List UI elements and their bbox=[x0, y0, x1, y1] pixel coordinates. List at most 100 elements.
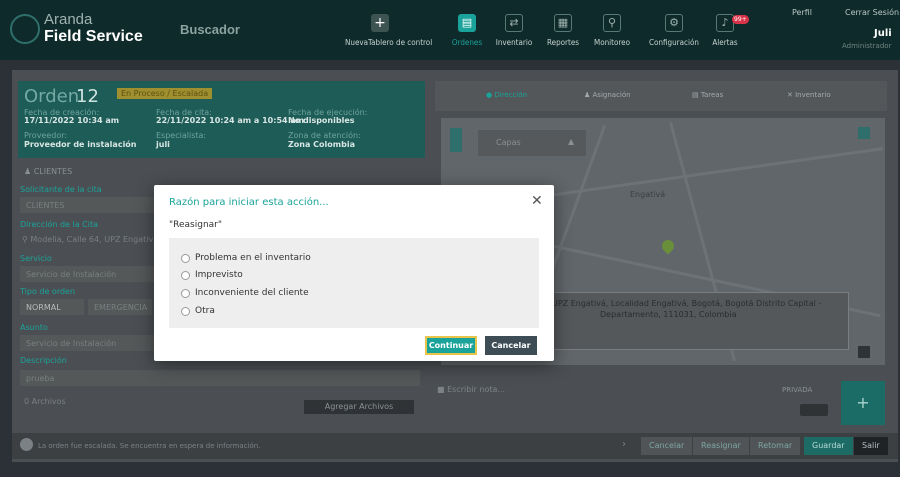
subject-field[interactable]: Servicio de Instalación bbox=[20, 335, 154, 351]
brand-name-line2: Field Service bbox=[44, 28, 143, 45]
info-icon[interactable] bbox=[858, 346, 870, 358]
layers-dropdown[interactable]: Capas ▲ bbox=[478, 130, 586, 156]
cancel-order-button[interactable]: Cancelar bbox=[641, 437, 693, 455]
nav-label: Alertas bbox=[712, 38, 738, 47]
nav-label: Inventario bbox=[495, 38, 533, 47]
provider-label: Proveedor: bbox=[24, 131, 68, 140]
logout-link[interactable]: Cerrar Sesión bbox=[845, 8, 899, 17]
zone-value: Zona Colombia bbox=[288, 140, 355, 149]
tab-assignment-label: Asignación bbox=[592, 91, 631, 99]
private-toggle-label: PRIVADA bbox=[782, 386, 813, 394]
nav-reports[interactable]: ▦ Reportes bbox=[544, 14, 582, 56]
modal-action-name: "Reasignar" bbox=[169, 220, 223, 230]
search-link[interactable]: Buscador bbox=[180, 22, 240, 37]
reason-option-unforeseen[interactable]: Imprevisto bbox=[181, 270, 243, 280]
nav-orders[interactable]: ▤ Ordenes bbox=[450, 14, 484, 56]
service-field[interactable]: Servicio de Instalación bbox=[20, 266, 154, 282]
add-files-button[interactable]: Agregar Archivos bbox=[304, 400, 414, 414]
nav-label: Ordenes bbox=[451, 38, 483, 47]
save-button[interactable]: Guardar bbox=[804, 437, 853, 455]
radio-icon[interactable] bbox=[181, 270, 190, 280]
bottom-strip bbox=[0, 462, 900, 477]
orders-icon: ▤ bbox=[458, 14, 476, 32]
private-toggle[interactable]: PRIVADA bbox=[782, 386, 812, 394]
tab-tasks[interactable]: ▤ Tareas bbox=[692, 91, 723, 99]
logo-icon bbox=[10, 14, 40, 44]
profile-link[interactable]: Perfil bbox=[792, 8, 812, 17]
requester-label: Solicitante de la cita bbox=[20, 185, 102, 194]
reason-option-client-issue[interactable]: Inconveniente del cliente bbox=[181, 288, 309, 298]
nav-inventory[interactable]: ⇄ Inventario bbox=[494, 14, 534, 56]
files-count: 0 Archivos bbox=[24, 397, 66, 406]
address-label: Dirección de la Cita bbox=[20, 220, 99, 229]
map-place-label: Engativá bbox=[630, 190, 666, 199]
gear-icon: ⚙ bbox=[665, 14, 683, 32]
resume-button[interactable]: Retomar bbox=[750, 437, 801, 455]
radio-icon[interactable] bbox=[181, 306, 190, 316]
user-name: Juli bbox=[874, 28, 892, 39]
monitor-icon: ⚲ bbox=[603, 14, 621, 32]
reason-option-other[interactable]: Otra bbox=[181, 306, 215, 316]
requester-field[interactable]: CLIENTES bbox=[20, 197, 154, 213]
nav-label: Configuración bbox=[649, 38, 699, 47]
nav-new-order[interactable]: + NuevaTablero de control bbox=[345, 14, 432, 56]
send-note-button[interactable]: + bbox=[841, 381, 885, 425]
info-icon bbox=[20, 438, 33, 451]
clients-header: ♟ CLIENTES bbox=[24, 167, 72, 176]
fullscreen-icon[interactable] bbox=[858, 127, 870, 139]
specialist-value: juli bbox=[156, 140, 170, 149]
footer-message: La orden fue escalada. Se encuentra en e… bbox=[38, 442, 261, 450]
order-title: Orden bbox=[24, 86, 80, 107]
reports-icon: ▦ bbox=[554, 14, 572, 32]
specialist-label: Especialista: bbox=[156, 131, 207, 140]
note-input[interactable]: ■ Escribir nota... bbox=[437, 385, 505, 394]
address-value: Modelia, Calle 64, UPZ Engativá bbox=[30, 235, 159, 244]
reason-option-label: Otra bbox=[195, 306, 215, 316]
cancel-button[interactable]: Cancelar bbox=[485, 336, 537, 355]
nav-label: Monitoreo bbox=[593, 38, 630, 47]
reason-options bbox=[169, 238, 539, 328]
appointment-value: 22/11/2022 10:24 am a 10:54 am bbox=[156, 116, 305, 125]
nav-label: Reportes bbox=[547, 38, 579, 47]
bell-icon: ♪ bbox=[716, 14, 734, 32]
toggle-switch[interactable] bbox=[800, 404, 828, 416]
close-icon[interactable]: ✕ bbox=[531, 193, 543, 209]
exit-button[interactable]: Salir bbox=[854, 437, 888, 455]
reason-option-label: Problema en el inventario bbox=[195, 253, 311, 263]
type-normal-button[interactable]: NORMAL bbox=[20, 299, 84, 315]
description-field[interactable]: prueba bbox=[20, 370, 420, 386]
note-input-placeholder: Escribir nota... bbox=[447, 385, 506, 394]
reassign-button[interactable]: Reasignar bbox=[693, 437, 749, 455]
address-field[interactable]: ⚲ Modelia, Calle 64, UPZ Engativá bbox=[22, 235, 158, 244]
zone-label: Zona de atención: bbox=[288, 131, 361, 140]
description-label: Descripción bbox=[20, 356, 67, 365]
reason-option-label: Inconveniente del cliente bbox=[195, 288, 309, 298]
type-emergency-button[interactable]: EMERGENCIA bbox=[88, 299, 152, 315]
status-badge: En Proceso / Escalada bbox=[117, 88, 213, 99]
chevron-up-icon: ▲ bbox=[568, 137, 575, 146]
radio-icon[interactable] bbox=[181, 288, 190, 298]
subject-label: Asunto bbox=[20, 323, 48, 332]
plus-icon: + bbox=[371, 14, 389, 32]
tab-inventory[interactable]: ✕ Inventario bbox=[787, 91, 831, 99]
plus-icon: + bbox=[856, 393, 870, 412]
alert-count-badge: 99+ bbox=[732, 15, 749, 24]
order-type-label: Tipo de orden bbox=[20, 287, 76, 296]
order-number: 12 bbox=[76, 86, 99, 107]
modal-title: Razón para iniciar esta acción... bbox=[169, 197, 329, 208]
brand-name-line1: Aranda bbox=[44, 11, 93, 28]
nav-settings[interactable]: ⚙ Configuración bbox=[645, 14, 703, 56]
created-value: 17/11/2022 10:34 am bbox=[24, 116, 120, 125]
tab-direction[interactable]: ● Dirección bbox=[486, 91, 527, 99]
map-zoom-control[interactable] bbox=[450, 128, 462, 152]
inventory-icon: ⇄ bbox=[505, 14, 523, 32]
radio-icon[interactable] bbox=[181, 253, 190, 263]
reason-option-inventory[interactable]: Problema en el inventario bbox=[181, 253, 311, 263]
tab-assignment[interactable]: ♟ Asignación bbox=[584, 91, 631, 99]
nav-monitor[interactable]: ⚲ Monitoreo bbox=[592, 14, 632, 56]
address-popup-line2: Departamento, 111031, Colombia bbox=[600, 310, 737, 319]
tab-direction-label: Dirección bbox=[494, 91, 528, 99]
continue-button[interactable]: Continuar bbox=[425, 336, 477, 355]
tab-tasks-label: Tareas bbox=[700, 91, 724, 99]
address-popup-line1: UPZ Engativá, Localidad Engativá, Bogotá… bbox=[552, 299, 822, 308]
